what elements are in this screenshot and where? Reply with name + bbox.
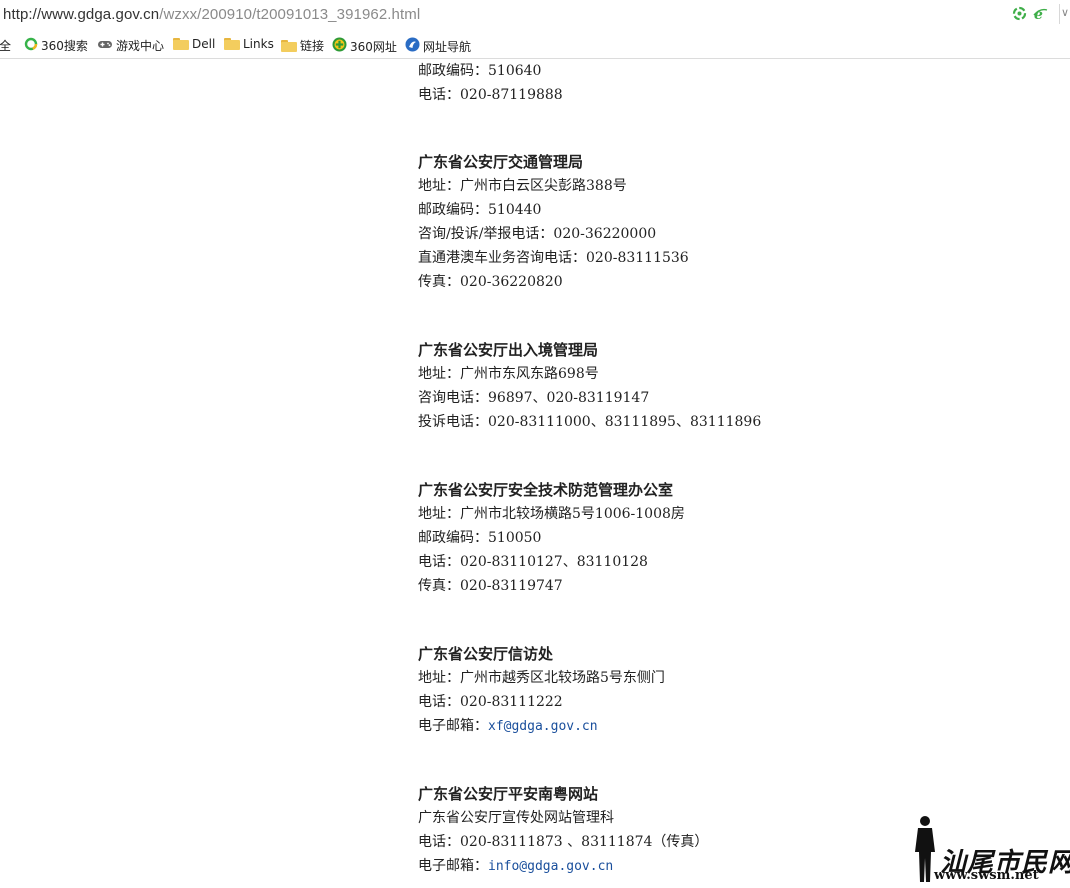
phone-line: 投诉电话：020-83111000、83111895、83111896	[418, 414, 762, 430]
bookmark-folder-lianjie[interactable]: 链接	[281, 37, 324, 54]
bookmark-label: 网址导航	[423, 39, 472, 54]
gamepad-icon	[97, 38, 113, 53]
address-line: 地址：广州市东风东路698号	[418, 366, 599, 382]
phone-line: 直通港澳车业务咨询电话：020-83111536	[418, 250, 689, 266]
bookmark-folder-dell[interactable]: Dell	[173, 37, 215, 51]
phone-line: 咨询电话：96897、020-83119147	[418, 390, 650, 406]
folder-icon	[224, 38, 240, 50]
url-path: /wzxx/200910/t20091013_391962.html	[159, 6, 421, 23]
bookmark-360-sites[interactable]: 360网址	[332, 37, 397, 55]
email-label: 电子邮箱：	[418, 718, 488, 734]
bookmark-game-center[interactable]: 游戏中心	[97, 37, 164, 54]
postcode-line: 邮政编码：510050	[418, 530, 542, 546]
folder-icon	[281, 39, 297, 52]
bookmark-site-nav[interactable]: 网址导航	[405, 37, 471, 55]
bookmark-label: Links	[243, 37, 274, 51]
address-line: 地址：广州市白云区尖彭路388号	[418, 178, 627, 194]
watermark-logo: 汕尾市民网 www.swsm.net	[906, 814, 1070, 886]
bookmark-label: 360网址	[350, 39, 397, 54]
department-line: 广东省公安厅宣传处网站管理科	[418, 810, 614, 826]
bookmark-label: 360搜索	[41, 39, 88, 53]
refresh-icon[interactable]	[1012, 6, 1027, 21]
postcode-line: 邮政编码：510440	[418, 202, 542, 218]
section-title-website: 广东省公安厅平安南粤网站	[418, 785, 599, 803]
email-line: 电子邮箱：xf@gdga.gov.cn	[418, 714, 598, 739]
folder-icon	[173, 38, 189, 50]
plus-360-icon	[332, 37, 347, 55]
watermark-url: www.swsm.net	[934, 868, 1039, 883]
url-host: http://www.gdga.gov.cn	[3, 6, 160, 23]
section-title-exit-entry: 广东省公安厅出入境管理局	[418, 341, 599, 359]
bookmark-label: 游戏中心	[116, 39, 165, 53]
section-title-traffic: 广东省公安厅交通管理局	[418, 153, 584, 171]
fax-line: 传真：020-83119747	[418, 578, 563, 594]
email-link[interactable]: xf@gdga.gov.cn	[488, 719, 598, 734]
email-link[interactable]: info@gdga.gov.cn	[488, 859, 613, 874]
bookmark-daquan[interactable]: 大全	[0, 37, 11, 54]
bookmark-label: 大全	[0, 39, 12, 53]
section-title-petition: 广东省公安厅信访处	[418, 645, 554, 663]
search-360-icon	[24, 37, 38, 54]
chevron-down-icon[interactable]: ∨	[1061, 6, 1069, 19]
section-title-security-office: 广东省公安厅安全技术防范管理办公室	[418, 481, 674, 499]
bookmark-folder-links[interactable]: Links	[224, 37, 274, 51]
email-label: 电子邮箱：	[418, 858, 488, 874]
phone-line: 电话：020-83110127、83110128	[418, 554, 648, 570]
bookmark-360-search[interactable]: 360搜索	[24, 37, 88, 54]
address-divider	[1059, 4, 1060, 24]
phone-line: 电话：020-83111222	[418, 694, 563, 710]
phone-line: 电话：020-83111873 、83111874（传真）	[418, 834, 709, 850]
bookmark-label: 链接	[300, 39, 325, 53]
phone-line: 电话：020-87119888	[418, 87, 563, 103]
url-text[interactable]: http://www.gdga.gov.cn/wzxx/200910/t2009…	[3, 6, 420, 23]
bookmark-label: Dell	[192, 37, 216, 51]
address-line: 地址：广州市越秀区北较场路5号东侧门	[418, 670, 665, 686]
email-line: 电子邮箱：info@gdga.gov.cn	[418, 854, 613, 879]
fax-line: 传真：020-36220820	[418, 274, 563, 290]
bookmarks-bar: 大全 360搜索 游戏中心 Dell Links 链接 360网址 网址导航	[0, 33, 1070, 59]
address-line: 地址：广州市北较场横路5号1006-1008房	[418, 506, 685, 522]
ie-compat-icon[interactable]: e	[1033, 6, 1048, 23]
nav-icon	[405, 37, 420, 55]
phone-line: 咨询/投诉/举报电话：020-36220000	[418, 226, 657, 242]
postcode-line: 邮政编码：510640	[418, 63, 542, 79]
address-bar[interactable]: http://www.gdga.gov.cn/wzxx/200910/t2009…	[0, 0, 1070, 32]
